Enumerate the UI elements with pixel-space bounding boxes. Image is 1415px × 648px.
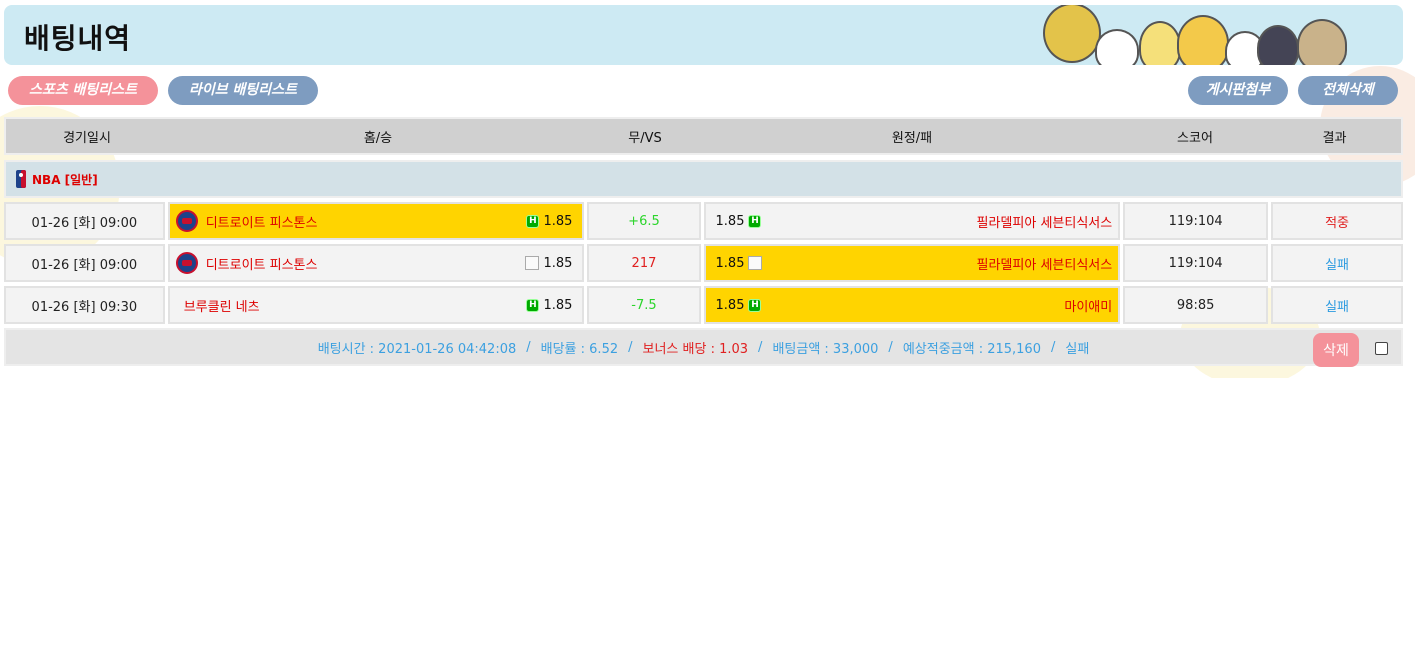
league-name: NBA [일반] xyxy=(32,172,98,187)
handicap-value: +6.5 xyxy=(587,202,701,240)
away-pick[interactable]: 1.85 H 마이애미 xyxy=(703,286,1121,324)
broken-image-icon xyxy=(748,256,763,270)
delete-button[interactable]: 삭제 xyxy=(1313,333,1359,367)
score: 119:104 xyxy=(1123,202,1269,240)
table-row: 01-26 [화] 09:30 브루클린 네츠 H 1.85 -7.5 1.85… xyxy=(4,286,1404,324)
score: 98:85 xyxy=(1123,286,1269,324)
bet-amount: 배팅금액 : 33,000 xyxy=(772,341,879,357)
home-pick[interactable]: 디트로이트 피스톤스 1.85 xyxy=(167,244,585,282)
handicap-value: -7.5 xyxy=(587,286,701,324)
result-badge: 실패 xyxy=(1271,286,1404,324)
column-header-time: 경기일시 xyxy=(63,130,111,146)
separator: / xyxy=(628,339,633,355)
column-header-score: 스코어 xyxy=(1177,130,1213,146)
total-value: 217 xyxy=(587,244,701,282)
handicap-icon: H xyxy=(526,214,540,228)
away-odds: 1.85 xyxy=(715,255,745,271)
table-header: 경기일시 홈/승 무/VS 원정/패 스코어 결과 xyxy=(4,117,1403,155)
handicap-icon: H xyxy=(526,298,540,312)
tab-live-betting-list[interactable]: 라이브 배팅리스트 xyxy=(168,76,318,105)
separator: / xyxy=(888,339,893,355)
bet-status: 실패 xyxy=(1065,341,1090,357)
betting-history-table: 경기일시 홈/승 무/VS 원정/패 스코어 결과 NBA [일반] 01-26… xyxy=(4,117,1404,367)
away-team-name: 마이애미 xyxy=(1064,299,1113,315)
column-header-away: 원정/패 xyxy=(891,130,933,146)
away-team-name: 필라델피아 세븐티식서스 xyxy=(976,215,1113,231)
broken-image-icon xyxy=(525,256,540,270)
character-illustration xyxy=(1043,5,1373,65)
handicap-icon: H xyxy=(748,298,762,312)
away-pick[interactable]: 1.85 필라델피아 세븐티식서스 xyxy=(703,244,1121,282)
separator: / xyxy=(1050,339,1056,355)
page-title: 배팅내역 xyxy=(24,22,132,55)
team-logo-icon xyxy=(175,210,198,232)
match-time: 01-26 [화] 09:00 xyxy=(4,202,165,240)
odds-rate: 배당률 : 6.52 xyxy=(540,341,619,357)
home-team-name: 브루클린 네츠 xyxy=(183,299,260,315)
score: 119:104 xyxy=(1123,244,1269,282)
column-header-result: 결과 xyxy=(1322,130,1347,146)
page-header: 배팅내역 xyxy=(4,5,1403,65)
team-logo-icon xyxy=(175,252,198,274)
expected-win-amount: 예상적중금액 : 215,160 xyxy=(902,341,1041,357)
select-checkbox[interactable] xyxy=(1375,342,1388,355)
handicap-icon: H xyxy=(748,214,762,228)
delete-all-button[interactable]: 전체삭제 xyxy=(1298,76,1398,105)
home-pick[interactable]: 브루클린 네츠 H 1.85 xyxy=(167,286,585,324)
bonus-odds: 보너스 배당 : 1.03 xyxy=(642,341,749,357)
home-team-name: 디트로이트 피스톤스 xyxy=(205,257,318,273)
home-odds: 1.85 xyxy=(543,255,573,271)
column-header-draw: 무/VS xyxy=(628,130,662,146)
home-odds: 1.85 xyxy=(543,213,573,229)
result-badge: 실패 xyxy=(1271,244,1404,282)
match-time: 01-26 [화] 09:30 xyxy=(4,286,165,324)
away-odds: 1.85 xyxy=(715,297,745,313)
away-pick[interactable]: 1.85 H 필라델피아 세븐티식서스 xyxy=(703,202,1121,240)
separator: / xyxy=(526,339,531,355)
result-badge: 적중 xyxy=(1271,202,1404,240)
tab-sports-betting-list[interactable]: 스포츠 배팅리스트 xyxy=(8,76,158,105)
bet-time: 배팅시간 : 2021-01-26 04:42:08 xyxy=(317,341,517,357)
away-odds: 1.85 xyxy=(715,213,745,229)
home-odds: 1.85 xyxy=(543,297,573,313)
home-team-name: 디트로이트 피스톤스 xyxy=(205,215,318,231)
home-pick[interactable]: 디트로이트 피스톤스 H 1.85 xyxy=(167,202,585,240)
bet-summary: 배팅시간 : 2021-01-26 04:42:08 / 배당률 : 6.52 … xyxy=(4,328,1403,367)
table-row: 01-26 [화] 09:00 디트로이트 피스톤스 1.85 217 1.85… xyxy=(4,244,1404,282)
board-attach-button[interactable]: 게시판첨부 xyxy=(1188,76,1288,105)
basketball-league-icon xyxy=(16,170,26,188)
league-row: NBA [일반] xyxy=(4,160,1403,198)
column-header-home: 홈/승 xyxy=(363,130,393,146)
away-team-name: 필라델피아 세븐티식서스 xyxy=(976,257,1113,273)
table-row: 01-26 [화] 09:00 디트로이트 피스톤스 H 1.85 +6.5 1… xyxy=(4,202,1404,240)
match-time: 01-26 [화] 09:00 xyxy=(4,244,165,282)
separator: / xyxy=(758,339,763,355)
